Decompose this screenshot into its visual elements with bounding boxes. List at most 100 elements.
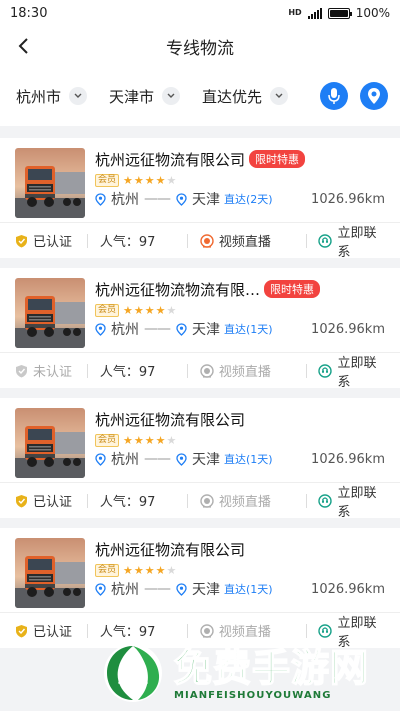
- divider: [186, 363, 188, 378]
- card-info: 杭州远征物流有限公司 会员 ★★★★★ 杭州 —— 天津 直达(1天) 1026.96km: [95, 538, 385, 612]
- nav-bar: 专线物流: [0, 26, 400, 66]
- headset-icon: [318, 233, 333, 248]
- status-time: 18:30: [10, 5, 48, 21]
- star-icon: ★: [133, 173, 145, 187]
- back-button[interactable]: [8, 30, 40, 62]
- divider: [86, 493, 88, 508]
- star-icon: ★: [133, 303, 145, 317]
- watermark-text: 免费手游网 MIANFEISHOUYOUWANG: [173, 645, 370, 701]
- divider: [86, 363, 88, 378]
- contact-label: 立即联系: [337, 225, 377, 260]
- truck-image: [15, 278, 85, 348]
- certification-status: 已认证: [15, 491, 75, 510]
- live-camera-icon: [200, 363, 214, 378]
- promo-badge: 限时特惠: [264, 280, 321, 298]
- location-pin-icon: [95, 192, 106, 206]
- filter-actions: [320, 82, 388, 110]
- route-from: 杭州: [111, 322, 139, 338]
- live-video-button[interactable]: 视频直播: [200, 491, 294, 510]
- direct-days: 直达(1天): [224, 583, 273, 596]
- shield-check-icon: [15, 234, 28, 248]
- location-pin-icon: [368, 88, 380, 104]
- company-name: 杭州远征物流有限公司: [95, 540, 246, 559]
- watermark-title: 免费手游网: [173, 645, 370, 691]
- live-video-button[interactable]: 视频直播: [200, 361, 294, 380]
- route-to: 天津: [192, 452, 220, 468]
- chevron-down-icon: [270, 87, 289, 105]
- card-actions: 未认证 人气：97 视频直播 立即联系: [0, 352, 400, 390]
- shield-check-icon: [15, 494, 28, 508]
- contact-label: 立即联系: [337, 355, 377, 390]
- title-row: 杭州远征物流有限公司 限时特惠: [95, 148, 385, 170]
- certification-label: 未认证: [33, 365, 73, 380]
- status-bar: 18:30 HD 100%: [0, 0, 400, 26]
- filter-from-city[interactable]: 杭州市: [16, 86, 88, 107]
- status-right: HD 100%: [288, 6, 390, 20]
- filter-label: 天津市: [109, 87, 155, 106]
- location-button[interactable]: [360, 82, 388, 110]
- live-camera-icon: [200, 233, 214, 248]
- filter-label: 直达优先: [202, 87, 263, 106]
- star-icon: ★: [166, 563, 178, 577]
- route-dash: ——: [144, 451, 171, 467]
- contact-button[interactable]: 立即联系: [318, 352, 385, 390]
- member-row: 会员 ★★★★★: [95, 172, 385, 188]
- headset-icon: [318, 493, 333, 508]
- card-main[interactable]: 杭州远征物流有限公司 会员 ★★★★★ 杭州 —— 天津 直达(1天) 1026.96km: [0, 528, 400, 612]
- route-to: 天津: [192, 322, 220, 338]
- member-row: 会员 ★★★★★: [95, 432, 385, 448]
- location-pin-icon: [176, 322, 187, 336]
- route-from: 杭州: [111, 582, 139, 598]
- popularity: 人气：97: [100, 231, 175, 250]
- location-pin-icon: [95, 452, 106, 466]
- route-from: 杭州: [111, 192, 139, 208]
- route-dash: ——: [144, 321, 171, 337]
- logistics-card[interactable]: 杭州远征物流物流有限… 限时特惠 会员 ★★★★★ 杭州 —— 天津 直达(1天) 1026.9…: [0, 268, 400, 390]
- filter-to-city[interactable]: 天津市: [109, 86, 181, 107]
- star-icon: ★: [123, 173, 134, 187]
- location-pin-icon: [176, 452, 187, 466]
- title-row: 杭州远征物流有限公司: [95, 538, 385, 560]
- route-row: 杭州 —— 天津 直达(2天) 1026.96km: [95, 188, 385, 210]
- star-icon: ★: [144, 433, 156, 447]
- voice-search-button[interactable]: [320, 82, 348, 110]
- logistics-list: 杭州远征物流有限公司 限时特惠 会员 ★★★★★ 杭州 —— 天津 直达(2天) 1026.96…: [0, 126, 400, 650]
- certification-status: 已认证: [15, 231, 75, 250]
- card-main[interactable]: 杭州远征物流物流有限… 限时特惠 会员 ★★★★★ 杭州 —— 天津 直达(1天) 1026.9…: [0, 268, 400, 352]
- divider: [305, 233, 307, 248]
- contact-button[interactable]: 立即联系: [318, 482, 385, 520]
- member-badge: 会员: [95, 303, 120, 317]
- live-video-label: 视频直播: [218, 495, 271, 510]
- filter-sort[interactable]: 直达优先: [202, 86, 289, 107]
- battery-percent: 100%: [355, 6, 390, 20]
- logistics-card[interactable]: 杭州远征物流有限公司 会员 ★★★★★ 杭州 —— 天津 直达(1天) 1026.96km 已认…: [0, 528, 400, 650]
- contact-label: 立即联系: [337, 485, 377, 520]
- certification-label: 已认证: [33, 495, 73, 510]
- star-icon: ★: [166, 433, 178, 447]
- member-row: 会员 ★★★★★: [95, 302, 385, 318]
- star-icon: ★: [123, 433, 134, 447]
- truck-image: [15, 148, 85, 218]
- route-to: 天津: [192, 582, 220, 598]
- divider: [86, 233, 88, 248]
- chevron-down-icon: [69, 87, 88, 105]
- route-dash: ——: [144, 581, 171, 597]
- contact-button[interactable]: 立即联系: [318, 222, 385, 260]
- battery-fill: [329, 9, 348, 17]
- chevron-down-icon: [162, 87, 181, 105]
- page-title: 专线物流: [166, 38, 234, 59]
- card-main[interactable]: 杭州远征物流有限公司 限时特惠会员 ★★★★★ 杭州 —— 天津 直达(2天) 1026.96…: [0, 138, 400, 222]
- star-icon: ★: [155, 173, 167, 187]
- logistics-card[interactable]: 杭州远征物流有限公司 会员 ★★★★★ 杭州 —— 天津 直达(1天) 1026.96km 已认…: [0, 398, 400, 520]
- live-video-button[interactable]: 视频直播: [200, 231, 294, 250]
- star-rating: ★★★★★: [123, 564, 177, 577]
- star-icon: ★: [155, 433, 167, 447]
- site-logo-icon: [104, 644, 162, 702]
- distance: 1026.96km: [311, 581, 385, 597]
- location-pin-icon: [176, 582, 187, 596]
- certification-status: 未认证: [15, 361, 75, 380]
- signal-icon: [307, 7, 322, 19]
- company-name: 杭州远征物流物流有限…: [95, 280, 261, 299]
- card-main[interactable]: 杭州远征物流有限公司 会员 ★★★★★ 杭州 —— 天津 直达(1天) 1026.96km: [0, 398, 400, 482]
- logistics-card[interactable]: 杭州远征物流有限公司 限时特惠会员 ★★★★★ 杭州 —— 天津 直达(2天) 1026.96…: [0, 138, 400, 260]
